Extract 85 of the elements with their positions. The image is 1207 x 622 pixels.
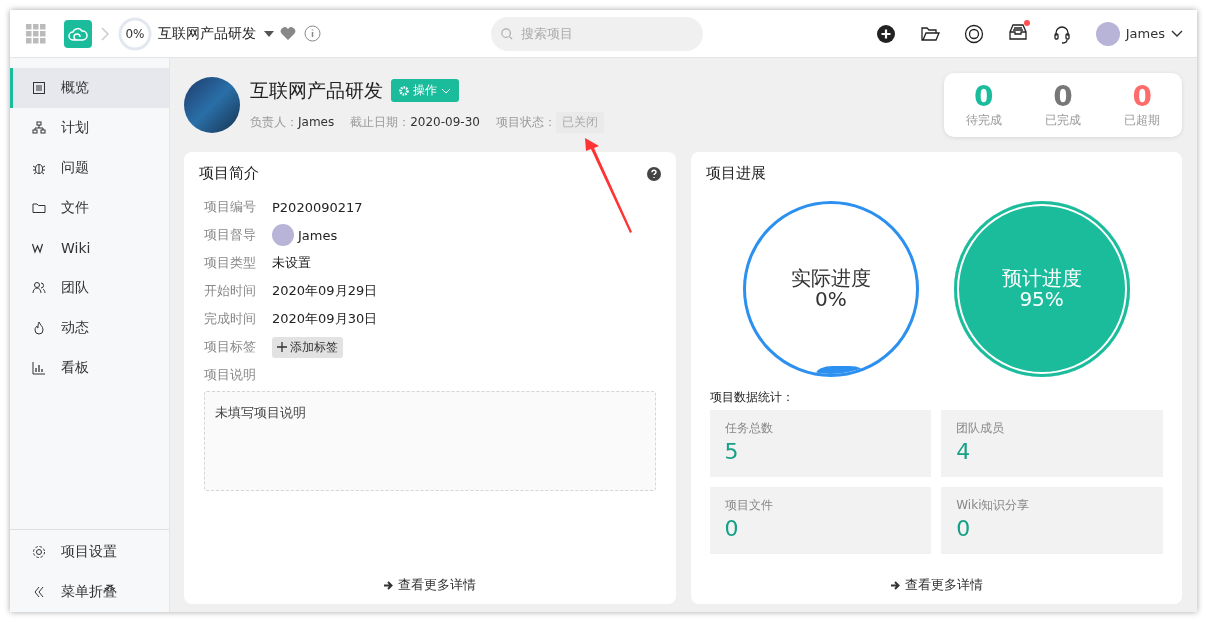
sidebar-item[interactable]: 菜单折叠 (10, 572, 169, 612)
sidebar-item[interactable]: 文件 (10, 188, 169, 228)
counter-value: 0 (973, 81, 994, 112)
user-menu[interactable]: James (1095, 21, 1183, 46)
counter-value: 0 (1053, 81, 1073, 112)
status-label: 项目状态： (495, 113, 556, 131)
field-label: 项目编号 (204, 198, 257, 216)
field-label: 完成时间 (204, 310, 257, 328)
gauge-label: 预计进度 (1001, 268, 1082, 289)
field-label: 项目标签 (204, 338, 257, 356)
headset-icon[interactable] (1051, 23, 1072, 44)
stat-label: 任务总数 (724, 420, 774, 437)
field-label: 开始时间 (204, 282, 257, 300)
sidebar-item[interactable]: 项目设置 (10, 532, 169, 572)
stat-label: 项目文件 (724, 497, 774, 514)
photo-placeholder (184, 77, 240, 133)
stat-label: 团队成员 (956, 420, 1006, 437)
sidebar-item[interactable]: 动态 (10, 308, 169, 348)
field-value: P2020090217 (272, 199, 363, 215)
field-value: James (298, 227, 338, 243)
stats-title: 项目数据统计： (709, 389, 795, 406)
file-icon (31, 200, 47, 216)
status-badge: 已关闭 (555, 111, 604, 133)
activity-icon (31, 320, 47, 336)
counter-label: 已超期 (1124, 111, 1161, 129)
project-name[interactable]: 互联网产品研发 (158, 24, 256, 43)
more-details-link[interactable]: 查看更多详情 (383, 576, 477, 594)
gear-icon (399, 85, 409, 96)
field-value: 2020年09月30日 (272, 310, 378, 328)
sidebar-item[interactable]: Wiki (10, 228, 169, 268)
plan-icon (31, 120, 47, 136)
gauge-label: 实际进度 (790, 268, 871, 289)
chevron-icon (100, 26, 110, 41)
more-details-link[interactable]: 查看更多详情 (889, 576, 983, 594)
chevron-down-icon (441, 87, 451, 94)
description-box: 未填写项目说明 (204, 391, 656, 491)
arrow-right-icon (889, 579, 901, 591)
field-label: 项目类型 (204, 254, 257, 272)
sidebar-item[interactable]: 看板 (10, 348, 169, 388)
sidebar-item[interactable]: 计划 (10, 108, 169, 148)
sidebar-item[interactable]: 团队 (10, 268, 169, 308)
field-label: 项目督导 (204, 226, 257, 244)
progress-ring (118, 16, 152, 51)
stat-value: 5 (724, 439, 740, 464)
overview-icon (31, 80, 47, 96)
team-icon (31, 280, 47, 296)
settings-icon (31, 544, 47, 560)
search-field[interactable]: 搜索项目 (491, 16, 703, 51)
arrow-right-icon (383, 579, 395, 591)
card-title: 项目简介 (199, 164, 259, 183)
help-icon[interactable] (646, 166, 661, 181)
card-title: 项目进展 (705, 164, 766, 183)
sidebar-item[interactable]: 问题 (10, 148, 169, 188)
info-icon[interactable] (304, 25, 321, 42)
lifebuoy-icon[interactable] (963, 23, 984, 44)
inbox-icon[interactable] (1007, 21, 1028, 42)
chevron-down-icon (1171, 29, 1183, 38)
stat-value: 0 (956, 516, 972, 541)
stat-label: Wiki知识分享 (956, 497, 1031, 514)
gauge-value: 0% (815, 289, 847, 310)
counter-label: 待完成 (965, 111, 1002, 129)
avatar (272, 224, 294, 246)
gauge-value: 95% (1019, 289, 1064, 310)
deadline-value: 2020-09-30 (410, 115, 480, 129)
counter-value: 0 (1132, 81, 1153, 112)
stat-value: 0 (724, 516, 740, 541)
deadline-label: 截止日期： (350, 113, 411, 131)
add-icon[interactable] (875, 23, 896, 44)
caret-icon[interactable] (264, 29, 274, 38)
board-icon (31, 360, 47, 376)
field-label: 项目说明 (204, 366, 257, 384)
heart-icon[interactable] (280, 26, 296, 41)
project-title: 互联网产品研发 (250, 77, 383, 103)
progress-label: 0% (125, 26, 145, 41)
plus-icon (277, 342, 287, 352)
owner-value: James (298, 115, 335, 129)
stat-value: 4 (956, 439, 972, 464)
counter-label: 已完成 (1045, 111, 1081, 129)
owner-label: 负责人： (250, 113, 298, 131)
sidebar-item[interactable]: 概览 (10, 68, 169, 108)
search-icon (501, 26, 513, 41)
field-value: 2020年09月29日 (272, 282, 378, 300)
add-tag-button[interactable]: 添加标签 (272, 336, 343, 358)
search-input[interactable]: 搜索项目 (519, 25, 693, 42)
field-value: 未设置 (272, 254, 311, 272)
